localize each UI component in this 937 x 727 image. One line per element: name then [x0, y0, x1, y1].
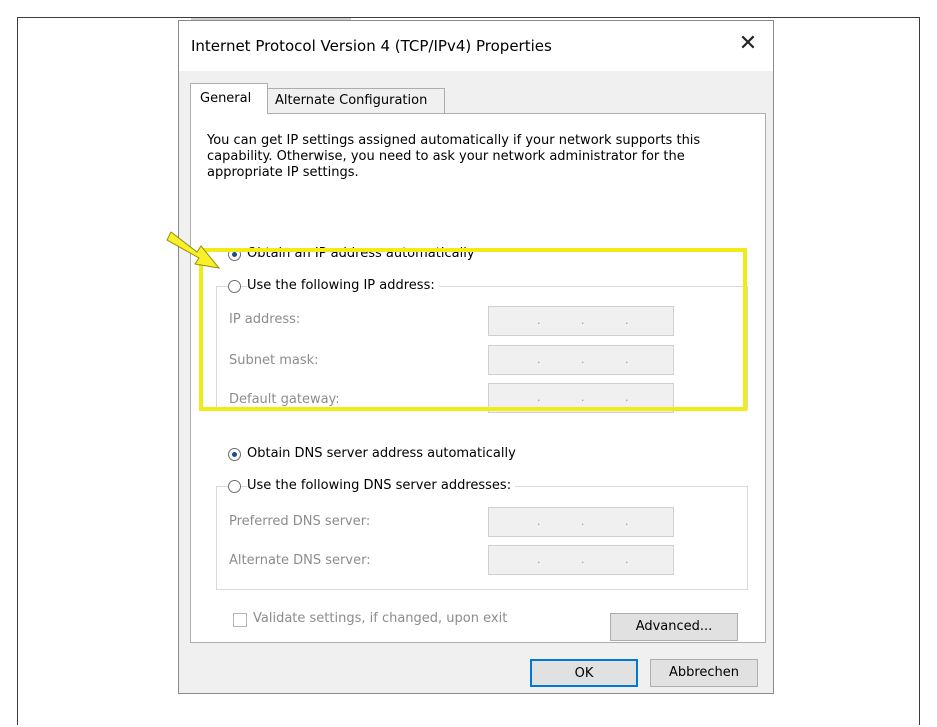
alternate-dns-label: Alternate DNS server: — [229, 553, 371, 568]
close-icon[interactable]: ✕ — [737, 33, 759, 55]
use-following-dns-label[interactable]: Use the following DNS server addresses: — [247, 478, 516, 493]
use-following-dns-radio[interactable] — [228, 480, 241, 493]
preferred-dns-field[interactable]: ... — [488, 507, 674, 537]
cancel-button[interactable]: Abbrechen — [650, 659, 758, 687]
obtain-dns-auto-radio[interactable] — [228, 448, 241, 461]
intro-text: You can get IP settings assigned automat… — [207, 133, 701, 180]
validate-settings-label[interactable]: Validate settings, if changed, upon exit — [253, 611, 507, 626]
tab-general[interactable]: General — [190, 83, 268, 114]
dialog-title: Internet Protocol Version 4 (TCP/IPv4) P… — [191, 37, 552, 55]
advanced-button[interactable]: Advanced... — [610, 613, 738, 641]
pointer-arrow-icon — [166, 231, 221, 269]
obtain-dns-auto-label[interactable]: Obtain DNS server address automatically — [247, 446, 516, 461]
preferred-dns-label: Preferred DNS server: — [229, 514, 371, 529]
alternate-dns-field[interactable]: ... — [488, 545, 674, 575]
ok-button[interactable]: OK — [530, 659, 638, 687]
validate-settings-checkbox[interactable] — [233, 613, 247, 627]
annotation-highlight-box — [199, 248, 747, 411]
title-bar: Internet Protocol Version 4 (TCP/IPv4) P… — [179, 21, 773, 71]
tab-alternate-configuration[interactable]: Alternate Configuration — [267, 88, 445, 114]
